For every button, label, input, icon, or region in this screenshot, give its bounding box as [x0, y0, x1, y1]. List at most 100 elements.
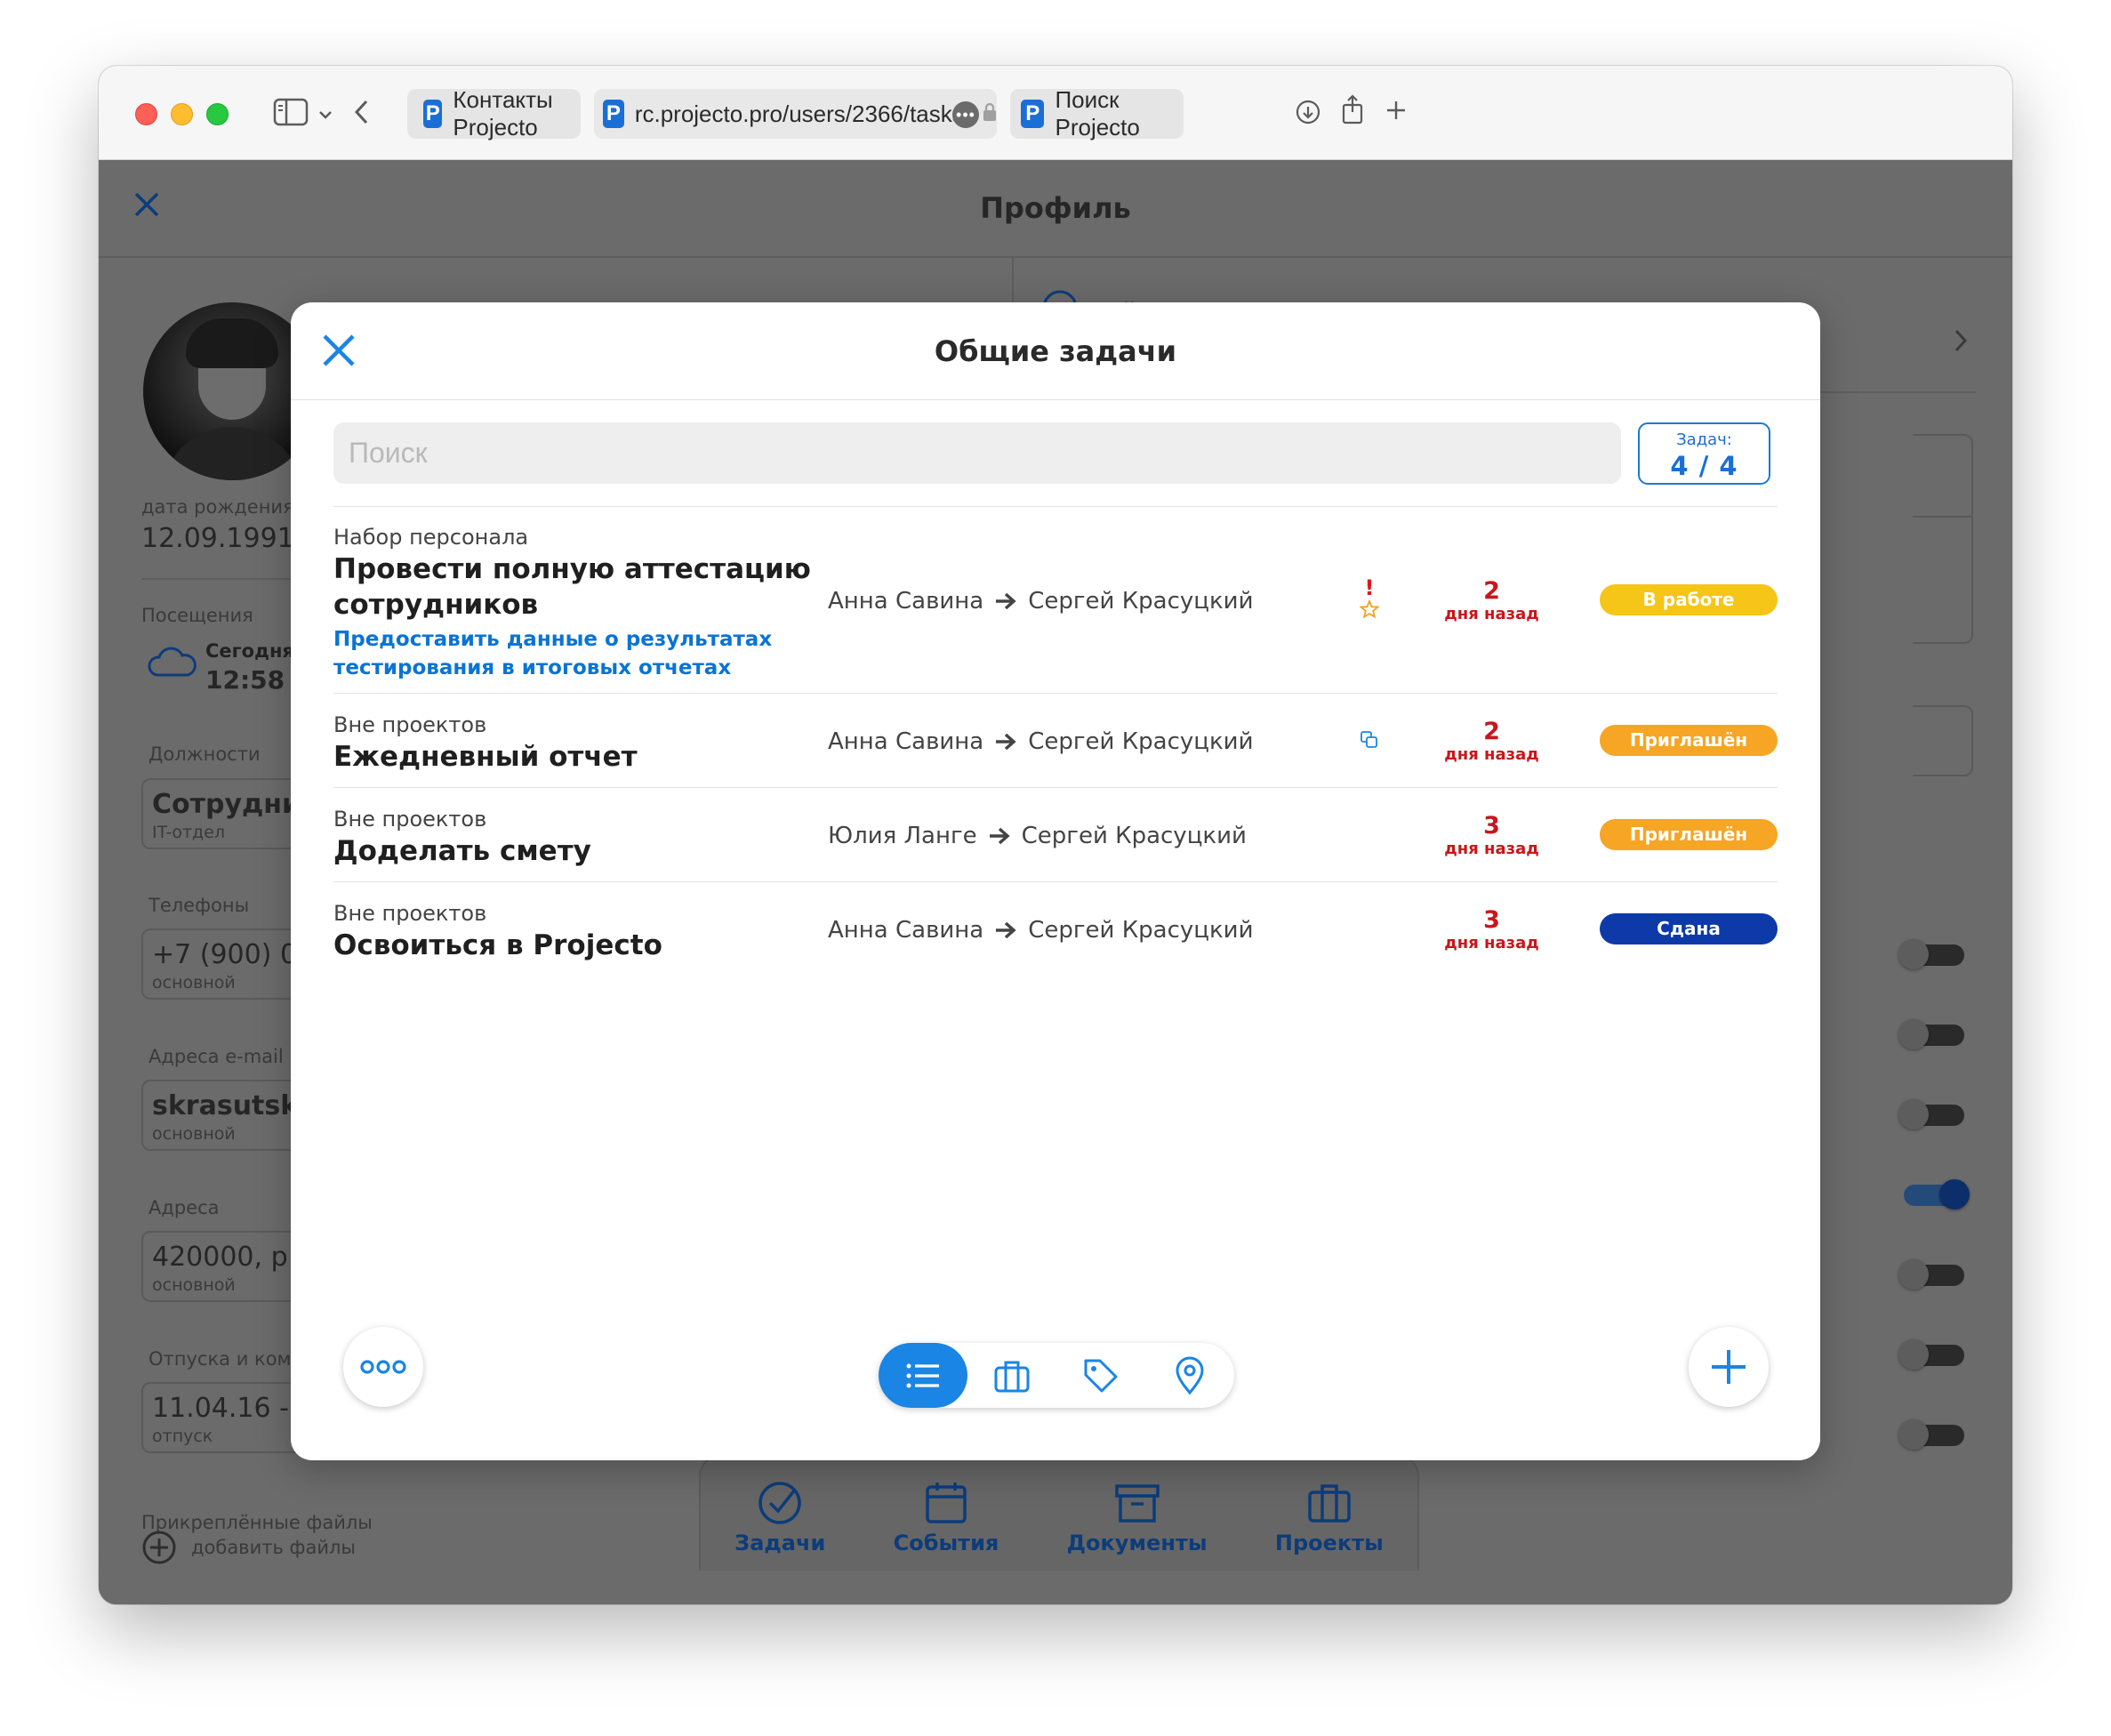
status-badge[interactable]: В работе [1600, 584, 1778, 615]
chevron-down-icon[interactable] [317, 107, 333, 124]
archive-icon [1114, 1484, 1160, 1523]
address-bar[interactable]: P rc.projecto.pro/users/2366/tasks/ ••• [594, 89, 997, 139]
visits-label: Посещения [141, 605, 253, 626]
toggle-switch[interactable] [1898, 1339, 1970, 1370]
share-icon[interactable] [1341, 94, 1364, 128]
tab-search[interactable]: P Поиск Projecto [1010, 86, 1184, 141]
arrow-right-icon [994, 591, 1017, 611]
toggle-switch[interactable] [1898, 939, 1970, 969]
toggle-switch[interactable] [1898, 1419, 1970, 1450]
task-assignment: Юлия Ланге Сергей Красуцкий [828, 823, 1247, 849]
task-assignment: Анна Савина Сергей Красуцкий [828, 917, 1253, 944]
nav-projects[interactable]: Проекты [1275, 1479, 1384, 1555]
map-pin-icon [1176, 1356, 1204, 1394]
arrow-right-icon [994, 732, 1017, 751]
url-text: rc.projecto.pro/users/2366/tasks/ [634, 100, 970, 127]
task-to: Сергей Красуцкий [1028, 917, 1254, 944]
close-icon[interactable] [129, 187, 165, 226]
view-projects-button[interactable] [967, 1343, 1056, 1408]
back-icon[interactable] [353, 98, 371, 130]
arrow-right-icon [988, 826, 1011, 846]
plus-icon [1712, 1350, 1746, 1384]
status-badge[interactable]: Сдана [1600, 913, 1778, 944]
nav-documents[interactable]: Документы [1067, 1479, 1208, 1555]
sidebar-icon[interactable] [273, 98, 309, 130]
chevron-right-icon[interactable] [1953, 327, 1969, 358]
task-description: Предоставить данные о результатах [333, 628, 773, 651]
phones-label: Телефоны [148, 895, 250, 916]
address-label: Адреса [148, 1197, 220, 1218]
task-assignment: Анна Савина Сергей Красуцкий [828, 588, 1253, 615]
plus-circle-icon [142, 1531, 176, 1564]
tab-label: Поиск Projecto [1055, 86, 1140, 141]
more-icon[interactable]: ••• [952, 101, 979, 128]
task-to: Сергей Красуцкий [1028, 588, 1254, 615]
profile-header: Профиль [99, 160, 2012, 258]
view-map-button[interactable] [1145, 1343, 1234, 1408]
nav-events[interactable]: События [894, 1479, 999, 1555]
task-markers: ! [1356, 576, 1383, 623]
task-from: Анна Савина [828, 917, 984, 944]
task-title: Ежедневный отчет [333, 741, 638, 773]
search-input[interactable] [333, 422, 1621, 484]
list-icon [906, 1363, 939, 1387]
counter-label: Задач: [1676, 430, 1732, 449]
browser-toolbar: P Контакты Projecto P rc.projecto.pro/us… [99, 66, 2012, 160]
star-icon[interactable] [1359, 599, 1380, 623]
task-row[interactable]: Вне проектов Ежедневный отчет Анна Савин… [333, 695, 1778, 788]
status-badge[interactable]: Приглашён [1600, 819, 1778, 850]
arrow-right-icon [994, 920, 1017, 940]
emails-label: Адреса e-mail [148, 1046, 284, 1067]
projecto-logo-icon: P [1021, 100, 1045, 128]
view-list-button[interactable] [879, 1343, 967, 1408]
task-age: 3 дня назад [1444, 906, 1539, 953]
visit-time: 12:58 [205, 665, 285, 695]
projecto-logo-icon: P [423, 100, 443, 128]
task-to: Сергей Красуцкий [1028, 728, 1254, 755]
view-switcher [879, 1343, 1234, 1408]
lock-icon [983, 100, 997, 128]
view-tags-button[interactable] [1056, 1343, 1145, 1408]
task-row[interactable]: Набор персонала Провести полную аттестац… [333, 507, 1778, 694]
toggle-switch[interactable] [1898, 1179, 1970, 1210]
toggle-switch[interactable] [1898, 1099, 1970, 1129]
toggle-switch[interactable] [1898, 1019, 1970, 1049]
task-title: Провести полную аттестацию [333, 553, 811, 585]
projecto-logo-icon: P [603, 100, 624, 128]
modal-title: Общие задачи [934, 334, 1177, 368]
positions-label: Должности [148, 743, 261, 765]
minimize-window-button[interactable] [171, 103, 193, 125]
calendar-icon [926, 1483, 967, 1523]
task-age: 3 дня назад [1444, 812, 1539, 859]
task-project: Набор персонала [333, 525, 529, 550]
counter-value: 4 / 4 [1670, 451, 1738, 481]
download-icon[interactable] [1296, 100, 1320, 128]
add-task-button[interactable] [1689, 1327, 1769, 1407]
close-icon[interactable] [321, 333, 357, 372]
zoom-window-button[interactable] [206, 103, 229, 125]
task-from: Анна Савина [828, 728, 984, 755]
task-row[interactable]: Вне проектов Доделать смету Юлия Ланге С… [333, 789, 1778, 882]
toggle-switch[interactable] [1898, 1259, 1970, 1290]
task-from: Анна Савина [828, 588, 984, 615]
task-counter: Задач: 4 / 4 [1638, 422, 1770, 485]
status-badge[interactable]: Приглашён [1600, 725, 1778, 756]
task-from: Юлия Ланге [828, 823, 977, 849]
nav-tasks[interactable]: Задачи [734, 1479, 825, 1555]
task-to: Сергей Красуцкий [1021, 823, 1247, 849]
briefcase-icon [1308, 1484, 1351, 1523]
tab-contacts[interactable]: P Контакты Projecto [407, 86, 581, 141]
task-row[interactable]: Вне проектов Освоиться в Projecto Анна С… [333, 883, 1778, 976]
task-project: Вне проектов [333, 807, 487, 832]
tag-icon [1084, 1359, 1118, 1392]
more-button[interactable] [343, 1327, 423, 1407]
close-window-button[interactable] [135, 103, 157, 125]
briefcase-icon [994, 1361, 1030, 1392]
plus-icon[interactable] [1385, 99, 1408, 125]
tasks-modal: Общие задачи Задач: 4 / 4 Набор персонал… [291, 302, 1820, 1460]
task-project: Вне проектов [333, 712, 487, 737]
copy-icon[interactable] [1360, 731, 1379, 753]
bottom-nav: Задачи События Документы Проекты [699, 1455, 1419, 1571]
add-files-button[interactable]: добавить файлы [141, 1530, 356, 1565]
task-title-cont: сотрудников [333, 589, 539, 621]
